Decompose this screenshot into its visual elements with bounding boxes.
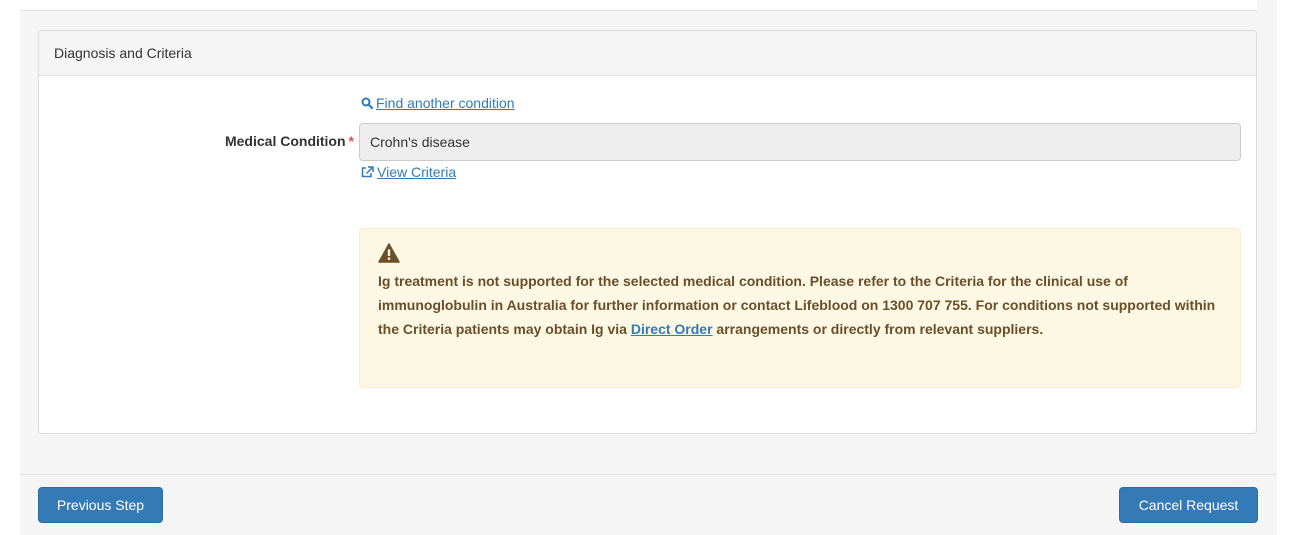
- previous-step-button[interactable]: Previous Step: [38, 487, 163, 523]
- search-icon: [361, 97, 373, 109]
- panel-heading: Diagnosis and Criteria: [39, 31, 1256, 76]
- warning-message: Ig treatment is not supported for the se…: [378, 269, 1228, 341]
- medical-condition-label-text: Medical Condition: [224, 133, 346, 149]
- footer-divider: [20, 474, 1277, 475]
- medical-condition-field[interactable]: Crohn's disease: [359, 123, 1241, 161]
- view-criteria-link[interactable]: View Criteria: [361, 164, 456, 180]
- previous-panel-edge: [20, 0, 1257, 11]
- warning-alert: Ig treatment is not supported for the se…: [359, 228, 1241, 388]
- view-criteria-label: View Criteria: [377, 164, 457, 180]
- medical-condition-label: Medical Condition *: [159, 133, 354, 149]
- diagnosis-panel: Diagnosis and Criteria Find another cond…: [38, 30, 1257, 434]
- direct-order-link[interactable]: Direct Order: [631, 321, 713, 337]
- find-another-condition-link[interactable]: Find another condition: [361, 95, 515, 111]
- find-link-label: Find another condition: [376, 95, 515, 111]
- external-link-icon: [361, 166, 374, 178]
- required-marker: *: [348, 133, 354, 149]
- cancel-request-button[interactable]: Cancel Request: [1119, 487, 1258, 523]
- warning-text-after: arrangements or directly from relevant s…: [712, 321, 1044, 337]
- warning-icon: [378, 243, 400, 263]
